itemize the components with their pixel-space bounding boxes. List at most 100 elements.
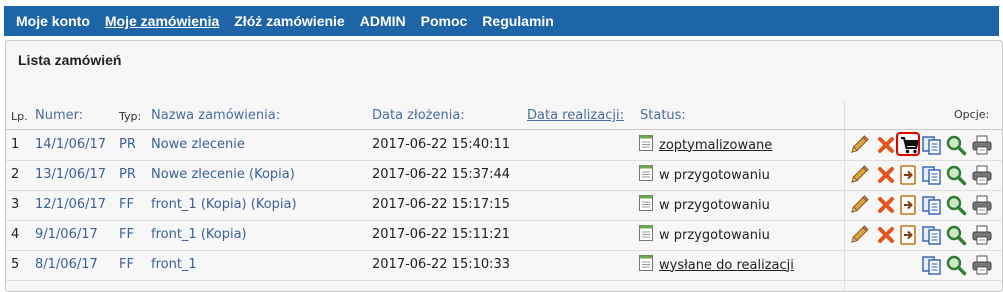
table-header: Lp. Numer: Typ: Nazwa zamówienia: Data z… [6,103,1002,130]
delete-button[interactable] [875,224,897,246]
export-button[interactable] [897,224,919,246]
delete-x-icon [875,227,897,250]
nav-moje-zamowienia[interactable]: Moje zamówienia [105,13,219,29]
export-button[interactable] [897,194,919,216]
table-row: 1 14/1/06/17 PR Nowe zlecenie 2017-06-22 15:… [6,130,1002,161]
document-icon [639,225,653,245]
header-date-created[interactable]: Data złożenia: [372,108,465,123]
nav-moje-konto[interactable]: Moje konto [16,13,90,29]
status-label: w przygotowaniu [659,167,770,183]
header-name[interactable]: Nazwa zamówienia: [151,108,280,123]
order-status: w przygotowaniu [639,195,770,215]
order-number-link[interactable]: 12/1/06/17 [35,197,106,212]
printer-icon [971,225,993,250]
order-date-created: 2017-06-22 15:11:21 [372,227,511,242]
row-lp: 1 [11,137,20,152]
nav-regulamin[interactable]: Regulamin [482,13,554,29]
header-lp: Lp. [11,110,28,123]
magnifier-icon [945,165,967,190]
document-icon [639,195,653,215]
order-date-created: 2017-06-22 15:40:11 [372,137,511,152]
header-date-realization[interactable]: Data realizacji: [527,108,624,123]
status-label[interactable]: wysłane do realizacji [659,258,794,273]
order-name-link[interactable]: Nowe zlecenie [151,137,245,152]
row-lp: 3 [11,197,20,212]
view-button[interactable] [945,134,967,156]
view-button[interactable] [945,164,967,186]
copy-button[interactable] [921,194,943,216]
edit-button[interactable] [848,134,870,156]
status-label[interactable]: zoptymalizowane [659,138,772,153]
nav-admin[interactable]: ADMIN [360,13,406,29]
delete-x-icon [875,167,897,190]
pencil-icon [848,165,870,190]
view-button[interactable] [945,224,967,246]
export-icon [897,195,919,220]
order-name-link[interactable]: front_1 (Kopia) [151,227,247,242]
delete-button[interactable] [875,134,897,156]
row-lp: 5 [11,257,20,272]
view-button[interactable] [945,254,967,276]
order-name-link[interactable]: Nowe zlecenie (Kopia) [151,167,295,182]
copy-icon [921,256,943,280]
print-button[interactable] [971,164,993,186]
pencil-icon [848,135,870,160]
order-number-link[interactable]: 13/1/06/17 [35,167,106,182]
edit-button[interactable] [848,164,870,186]
document-icon [639,255,653,275]
order-type: PR [119,167,136,182]
copy-button[interactable] [921,254,943,276]
panel-title: Lista zamówień [18,52,122,68]
printer-icon [971,195,993,220]
order-date-created: 2017-06-22 15:10:33 [372,257,511,272]
order-status: wysłane do realizacji [639,255,794,275]
copy-icon [921,166,943,190]
pencil-icon [848,225,870,250]
order-number-link[interactable]: 8/1/06/17 [35,257,98,272]
export-button[interactable] [897,164,919,186]
edit-button[interactable] [848,224,870,246]
view-button[interactable] [945,194,967,216]
table-row: 4 9/1/06/17 FF front_1 (Kopia) 2017-06-22 15… [6,220,1002,251]
print-button[interactable] [971,254,993,276]
magnifier-icon [945,255,967,280]
order-type: FF [119,257,134,272]
nav-zloz-zamowienie[interactable]: Złóż zamówienie [234,13,344,29]
header-status[interactable]: Status: [640,108,686,123]
top-navigation: Moje konto Moje zamówienia Złóż zamówien… [4,6,999,36]
order-status: zoptymalizowane [639,135,772,155]
header-number[interactable]: Numer: [35,108,83,123]
delete-button[interactable] [875,194,897,216]
print-button[interactable] [971,194,993,216]
printer-icon [971,255,993,280]
delete-button[interactable] [875,164,897,186]
copy-button[interactable] [921,134,943,156]
table-row: 5 8/1/06/17 FF front_1 2017-06-22 15:10:33 wy… [6,250,1002,281]
magnifier-icon [945,195,967,220]
delete-x-icon [875,137,897,160]
export-icon [897,165,919,190]
print-button[interactable] [971,134,993,156]
print-button[interactable] [971,224,993,246]
order-date-created: 2017-06-22 15:37:44 [372,167,511,182]
edit-button[interactable] [848,194,870,216]
order-type: FF [119,197,134,212]
order-name-link[interactable]: front_1 [151,257,197,272]
copy-button[interactable] [921,224,943,246]
order-number-link[interactable]: 9/1/06/17 [35,227,98,242]
cart-highlight-box [896,132,920,156]
order-status: w przygotowaniu [639,165,770,185]
row-lp: 2 [11,167,20,182]
order-name-link[interactable]: front_1 (Kopia) (Kopia) [151,197,297,212]
order-type: FF [119,227,134,242]
copy-icon [921,226,943,250]
table-row: 2 13/1/06/17 PR Nowe zlecenie (Kopia) 2017-0… [6,160,1002,191]
order-number-link[interactable]: 14/1/06/17 [35,137,106,152]
magnifier-icon [945,225,967,250]
copy-button[interactable] [921,164,943,186]
document-icon [639,135,653,155]
order-type: PR [119,137,136,152]
printer-icon [971,165,993,190]
delete-x-icon [875,197,897,220]
nav-pomoc[interactable]: Pomoc [421,13,468,29]
